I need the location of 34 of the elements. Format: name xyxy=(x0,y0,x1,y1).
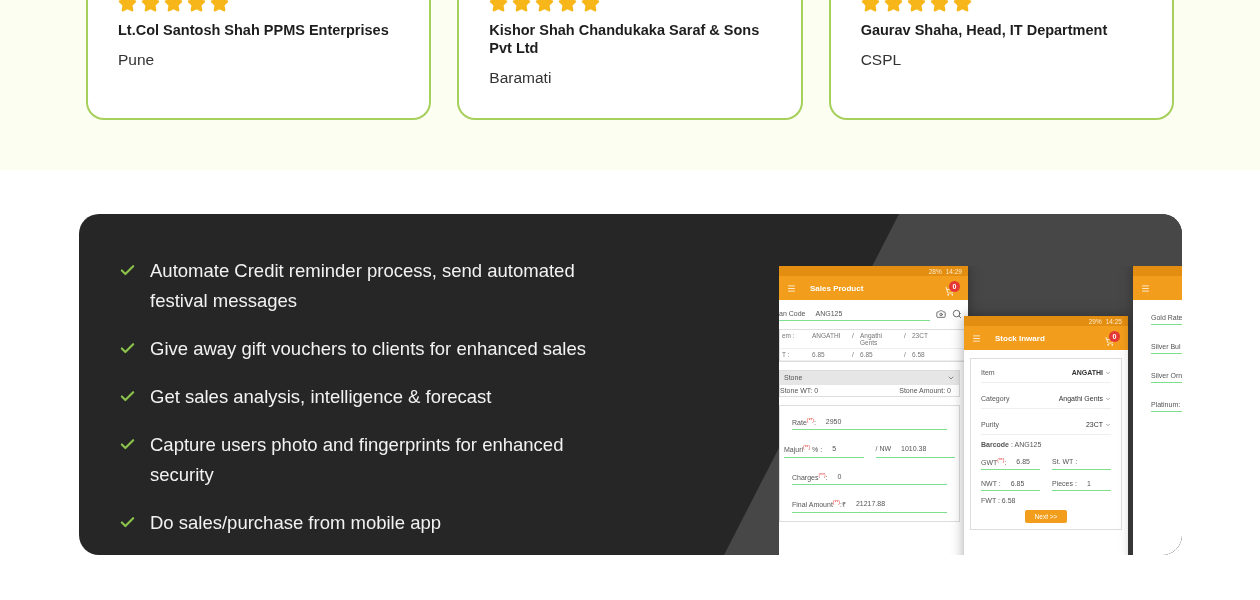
star-icon xyxy=(512,0,532,13)
menu-icon[interactable] xyxy=(787,283,796,293)
client-name: Lt.Col Santosh Shah PPMS Enterprises xyxy=(118,21,390,39)
star-icon xyxy=(581,0,601,13)
star-icon xyxy=(489,0,509,13)
caret-icon xyxy=(1105,421,1111,428)
feature-text: Do sales/purchase from mobile app xyxy=(150,511,441,535)
client-name: Kishor Shah Chandukaka Saraf & Sons Pvt Ltd xyxy=(489,21,761,57)
menu-icon[interactable] xyxy=(1141,283,1150,293)
client-city: Baramati xyxy=(489,69,553,87)
star-icon xyxy=(883,0,903,13)
star-icon xyxy=(860,0,880,13)
camera-icon[interactable] xyxy=(936,308,946,319)
screen-title: Sales Product xyxy=(810,283,864,293)
menu-icon[interactable] xyxy=(972,333,981,343)
star-icon xyxy=(929,0,949,13)
caret-icon xyxy=(1105,369,1111,376)
client-city: CSPL xyxy=(860,51,903,69)
feature-text: Get sales analysis, intelligence & forecast xyxy=(150,385,492,409)
caret-icon xyxy=(1105,395,1111,402)
feature-text: Give away gift vouchers to clients for enhanced sales xyxy=(150,337,586,361)
star-icon xyxy=(952,0,972,13)
star-icon xyxy=(558,0,578,13)
screen-title: Stock Inward xyxy=(995,333,1045,343)
client-city: Pune xyxy=(118,51,156,69)
feature-text: Capture users photo and fingerprints for enhanced security xyxy=(150,433,565,487)
cart-icon xyxy=(945,286,954,296)
star-icon xyxy=(535,0,555,13)
search-icon[interactable] xyxy=(952,308,962,319)
star-icon xyxy=(906,0,926,13)
caret-icon[interactable] xyxy=(947,374,955,382)
cart-icon xyxy=(1105,336,1114,346)
feature-text: Automate Credit reminder process, send automated festival messages xyxy=(150,259,576,313)
client-name: Gaurav Shaha, Head, IT Department xyxy=(860,21,1109,39)
